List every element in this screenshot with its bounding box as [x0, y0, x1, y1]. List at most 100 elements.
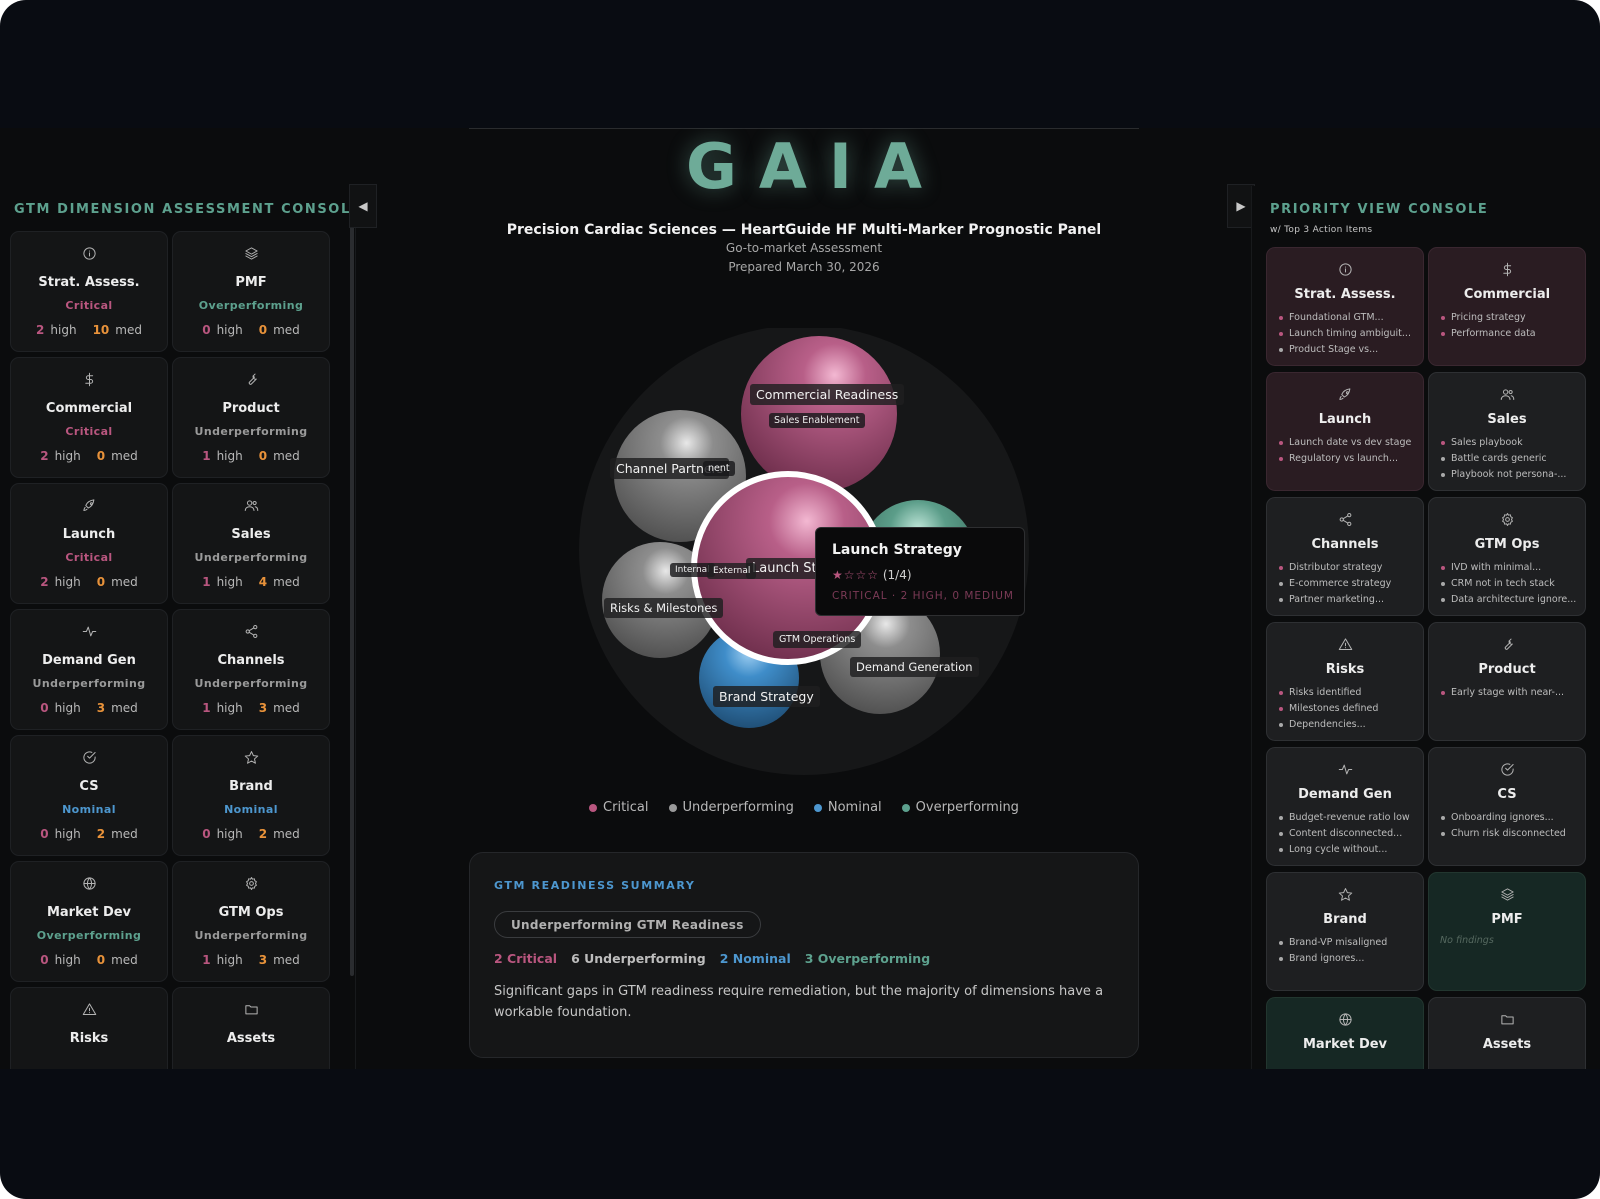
dimension-card-demand-gen[interactable]: Demand Gen Underperforming 0 high 3 med	[10, 609, 168, 730]
status-legend: Critical Underperforming Nominal Overperfor…	[469, 800, 1139, 815]
card-icon	[11, 498, 167, 514]
card-icon	[1429, 637, 1585, 653]
dimension-card-cs[interactable]: CS Nominal 0 high 2 med	[10, 735, 168, 856]
high-label: high	[54, 953, 81, 967]
summary-counts: 2 Critical 6 Underperforming 2 Nominal 3 Ov…	[494, 951, 930, 966]
card-icon	[1267, 387, 1423, 403]
action-item: IVD with minimal...	[1440, 560, 1579, 576]
layers-icon	[244, 247, 258, 260]
high-count: 0	[40, 701, 49, 715]
priority-card-demand-gen[interactable]: Demand Gen Budget-revenue ratio low Conten…	[1266, 747, 1424, 866]
right-panel-subtitle: w/ Top 3 Action Items	[1270, 225, 1373, 235]
gear-icon	[245, 877, 257, 890]
action-item: Battle cards generic	[1440, 451, 1579, 467]
card-status: Overperforming	[198, 299, 304, 312]
priority-card-brand[interactable]: Brand Brand-VP misaligned Brand ignores...	[1266, 872, 1424, 991]
left-panel-title: GTM DIMENSION ASSESSMENT CONSOLE	[14, 202, 356, 217]
card-name: CS	[79, 779, 99, 794]
readiness-badge: Underperforming GTM Readiness	[494, 911, 761, 938]
action-item: Launch timing ambiguit...	[1278, 326, 1417, 342]
card-name: PMF	[235, 275, 267, 290]
card-icon	[1267, 1012, 1423, 1028]
card-name: Launch	[62, 527, 116, 542]
dimension-card-launch[interactable]: Launch Critical 2 high 0 med	[10, 483, 168, 604]
priority-card-gtm-ops[interactable]: GTM Ops IVD with minimal... CRM not in tec…	[1428, 497, 1586, 616]
bubble-tooltip: Launch Strategy ★☆☆☆ (1/4) CRITICAL · 2 …	[815, 527, 1025, 616]
high-count: 2	[40, 449, 49, 463]
dimension-card-gtm-ops[interactable]: GTM Ops Underperforming 1 high 3 med	[172, 861, 330, 982]
right-panel-title: PRIORITY VIEW CONSOLE	[1270, 202, 1489, 217]
legend-dot	[589, 803, 598, 812]
card-icon	[1429, 1012, 1585, 1028]
priority-card-assets[interactable]: Assets	[1428, 997, 1586, 1069]
med-count: 0	[96, 953, 106, 967]
action-item: Brand-VP misaligned	[1278, 935, 1417, 951]
warning-icon	[1338, 638, 1352, 650]
card-counts: 2 high 0 med	[11, 575, 167, 589]
action-item: Distributor strategy	[1278, 560, 1417, 576]
dimension-card-product[interactable]: Product Underperforming 1 high 0 med	[172, 357, 330, 478]
card-icon	[11, 372, 167, 388]
star-icon	[1338, 888, 1352, 901]
dimension-card-commercial[interactable]: Commercial Critical 2 high 0 med	[10, 357, 168, 478]
dimension-card-brand[interactable]: Brand Nominal 0 high 2 med	[172, 735, 330, 856]
action-item: Foundational GTM...	[1278, 310, 1417, 326]
priority-card-commercial[interactable]: Commercial Pricing strategy Performance da…	[1428, 247, 1586, 366]
bubble-label: External	[707, 563, 757, 579]
action-items: Budget-revenue ratio low Content disconne…	[1278, 810, 1417, 858]
dimension-card-channels[interactable]: Channels Underperforming 1 high 3 med	[172, 609, 330, 730]
card-name: Commercial	[1463, 287, 1551, 302]
med-count: 3	[258, 953, 268, 967]
bubble-sublabel: nent	[703, 461, 735, 476]
priority-card-launch[interactable]: Launch Launch date vs dev stage Regulatory…	[1266, 372, 1424, 491]
bubble-label: Brand Strategy	[713, 686, 820, 707]
dimension-card-risks[interactable]: Risks	[10, 987, 168, 1069]
priority-card-sales[interactable]: Sales Sales playbook Battle cards generic P…	[1428, 372, 1586, 491]
info-icon	[82, 247, 96, 260]
med-label: med	[273, 449, 300, 463]
card-name: Channels	[217, 653, 285, 668]
bubble-label: Commercial Readiness	[750, 384, 905, 405]
left-panel-scrollbar[interactable]	[350, 186, 354, 976]
wrench-icon	[1504, 638, 1513, 650]
dimension-card-sales[interactable]: Sales Underperforming 1 high 4 med	[172, 483, 330, 604]
collapse-left-button[interactable]: ◀	[349, 184, 377, 228]
card-icon	[1267, 637, 1423, 653]
priority-card-strat-assess-[interactable]: Strat. Assess. Foundational GTM... Launch …	[1266, 247, 1424, 366]
tooltip-title: Launch Strategy	[832, 542, 962, 558]
med-label: med	[273, 323, 300, 337]
priority-card-pmf[interactable]: PMF No findings	[1428, 872, 1586, 991]
action-item: Launch date vs dev stage	[1278, 435, 1417, 451]
dimension-card-assets[interactable]: Assets	[172, 987, 330, 1069]
card-name: Demand Gen	[1298, 787, 1392, 802]
dimension-card-market-dev[interactable]: Market Dev Overperforming 0 high 0 med	[10, 861, 168, 982]
priority-card-risks[interactable]: Risks Risks identified Milestones defined D…	[1266, 622, 1424, 741]
priority-card-channels[interactable]: Channels Distributor strategy E-commerce s…	[1266, 497, 1424, 616]
action-items: Sales playbook Battle cards generic Playbo…	[1440, 435, 1579, 483]
card-name: Channels	[1311, 537, 1379, 552]
share-icon	[245, 625, 257, 638]
card-icon	[1429, 262, 1585, 278]
card-name: Brand	[229, 779, 273, 794]
card-name: Market Dev	[1302, 1037, 1388, 1052]
globe-icon	[1338, 1013, 1352, 1026]
dimension-card-strat-assess-[interactable]: Strat. Assess. Critical 2 high 10 med	[10, 231, 168, 352]
card-name: CS	[1497, 787, 1517, 802]
header-divider	[469, 128, 1139, 129]
priority-card-cs[interactable]: CS Onboarding ignores... Churn risk discon…	[1428, 747, 1586, 866]
med-label: med	[115, 323, 142, 337]
folder-icon	[244, 1005, 258, 1015]
action-items: Onboarding ignores... Churn risk disconne…	[1440, 810, 1579, 842]
card-status: Critical	[65, 299, 113, 312]
legend-item-overperforming: Overperforming	[901, 800, 1019, 815]
card-status: Underperforming	[194, 551, 308, 564]
med-label: med	[273, 701, 300, 715]
bubble-sublabel: Sales Enablement	[769, 413, 865, 428]
card-icon	[1267, 887, 1423, 903]
priority-card-product[interactable]: Product Early stage with near-...	[1428, 622, 1586, 741]
priority-card-market-dev[interactable]: Market Dev	[1266, 997, 1424, 1069]
bubble-label: Launch St	[746, 558, 823, 579]
dimension-card-pmf[interactable]: PMF Overperforming 0 high 0 med	[172, 231, 330, 352]
bubble-label: Demand Generation	[850, 657, 979, 677]
card-name: GTM Ops	[1474, 537, 1540, 552]
